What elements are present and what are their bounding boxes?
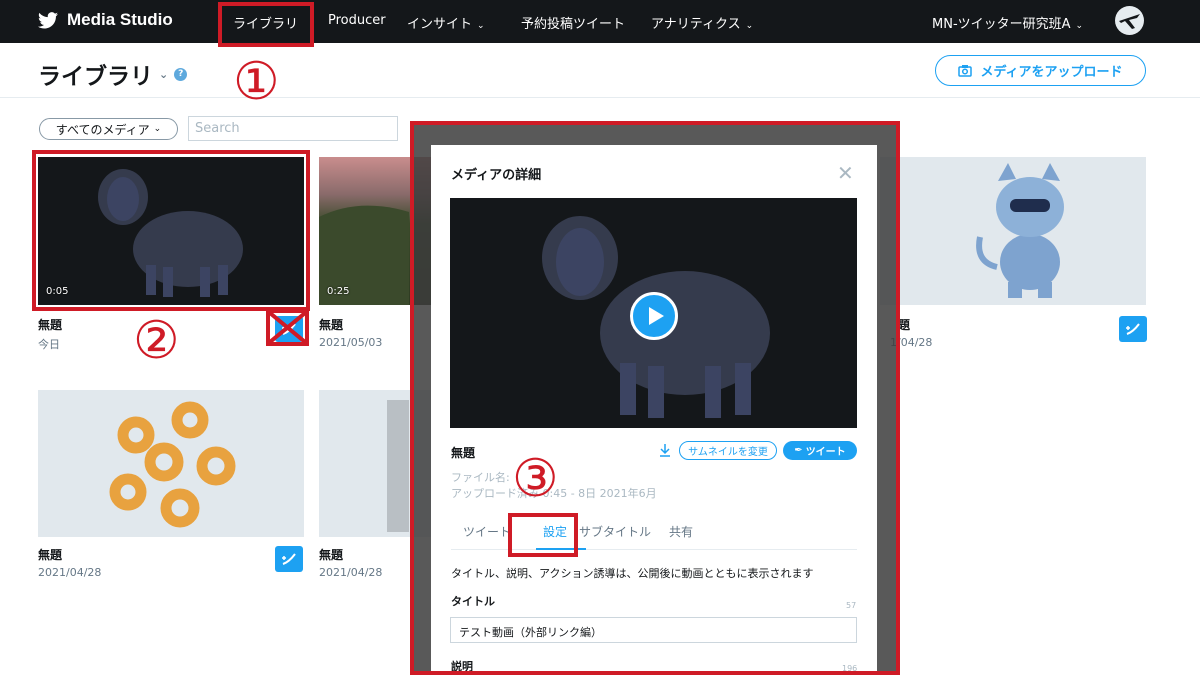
annotation-number-2: ② bbox=[133, 311, 180, 371]
page-title: ライブラリ ⌄ ? bbox=[38, 57, 188, 91]
compose-tweet-icon bbox=[1126, 323, 1140, 335]
media-title: 無題 bbox=[38, 548, 63, 562]
annotation-number-3: ③ bbox=[512, 449, 559, 509]
annotation-number-1: ① bbox=[233, 52, 280, 112]
tweet-button[interactable] bbox=[1119, 316, 1147, 342]
media-date: 2021/05/03 bbox=[319, 336, 383, 349]
media-date: 今日 bbox=[38, 338, 60, 351]
twitter-bird-icon bbox=[38, 11, 58, 28]
media-filter-label: すべてのメディア bbox=[55, 122, 150, 137]
chevron-down-icon[interactable]: ⌄ bbox=[159, 68, 168, 81]
annotation-box-dialog bbox=[410, 121, 900, 675]
upload-media-button[interactable]: メディアをアップロード bbox=[935, 55, 1146, 86]
camera-icon bbox=[958, 65, 973, 77]
upload-media-label: メディアをアップロード bbox=[980, 65, 1123, 80]
divider bbox=[0, 97, 1200, 98]
nav-item-scheduled[interactable]: 予約投稿ツイート bbox=[521, 13, 625, 32]
brand-label: Media Studio bbox=[67, 10, 173, 29]
nav-item-analytics-label: アナリティクス bbox=[651, 17, 741, 32]
search-input[interactable] bbox=[188, 116, 398, 141]
chevron-down-icon: ⌄ bbox=[745, 21, 754, 31]
avatar[interactable] bbox=[1115, 6, 1144, 35]
nav-item-insights-label: インサイト bbox=[407, 17, 473, 32]
annotation-box-library bbox=[218, 2, 314, 47]
media-title: 無題 bbox=[319, 548, 344, 562]
media-thumbnail[interactable] bbox=[38, 390, 304, 537]
annotation-box-tweet bbox=[266, 309, 309, 346]
chevron-down-icon: ⌄ bbox=[153, 124, 162, 134]
nav-item-analytics[interactable]: アナリティクス ⌄ bbox=[651, 13, 753, 32]
help-icon[interactable]: ? bbox=[174, 67, 188, 81]
account-name: MN-ツイッター研究班A bbox=[932, 17, 1071, 32]
tweet-button[interactable] bbox=[275, 546, 303, 572]
robot-cat-illustration bbox=[976, 163, 1064, 298]
media-thumbnail[interactable] bbox=[880, 157, 1146, 305]
annotation-box-media bbox=[32, 150, 310, 311]
donuts-illustration bbox=[109, 401, 236, 528]
brand[interactable]: Media Studio bbox=[38, 10, 173, 30]
media-filter-dropdown[interactable]: すべてのメディア ⌄ bbox=[39, 118, 178, 140]
airplane-avatar-icon bbox=[1119, 14, 1140, 29]
cross-mark-icon bbox=[268, 311, 307, 344]
chevron-down-icon: ⌄ bbox=[477, 21, 485, 31]
media-title: 無題 bbox=[319, 318, 344, 332]
duration-label: 0:25 bbox=[327, 286, 350, 297]
nav-item-producer[interactable]: Producer bbox=[328, 13, 386, 28]
compose-tweet-icon bbox=[282, 553, 296, 565]
nav-item-insights[interactable]: インサイト ⌄ bbox=[407, 13, 485, 32]
media-date: 2021/04/28 bbox=[319, 566, 383, 579]
page-title-text: ライブラリ bbox=[38, 64, 153, 90]
top-nav: Media Studio ライブラリ Producer インサイト ⌄ 予約投稿ツ… bbox=[0, 0, 1200, 43]
annotation-box-settings-tab bbox=[508, 513, 578, 557]
account-menu[interactable]: MN-ツイッター研究班A ⌄ bbox=[932, 13, 1083, 32]
chevron-down-icon: ⌄ bbox=[1075, 21, 1084, 31]
media-title: 無題 bbox=[38, 318, 63, 332]
media-date: 2021/04/28 bbox=[38, 566, 102, 579]
